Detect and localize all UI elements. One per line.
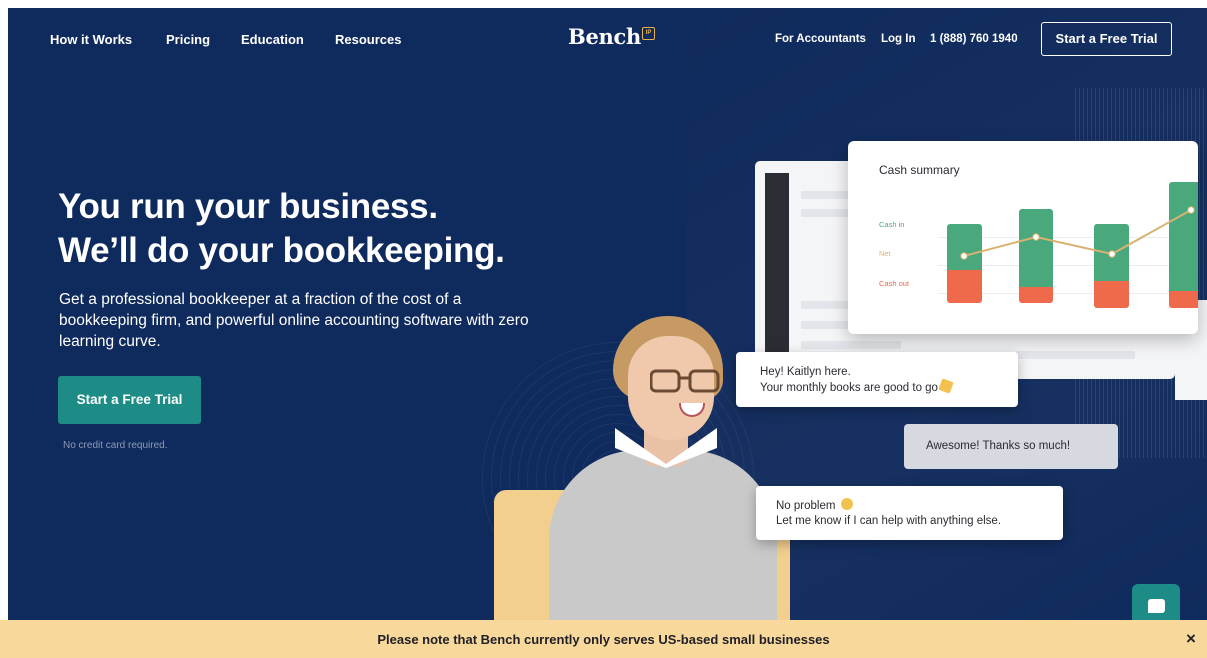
notice-banner: Please note that Bench currently only se… (0, 620, 1207, 658)
close-icon[interactable]: × (1186, 629, 1196, 649)
person-photo (549, 450, 777, 620)
nav-start-trial-button[interactable]: Start a Free Trial (1041, 22, 1172, 56)
hero-section: How it Works Pricing Education Resources… (8, 8, 1207, 620)
dashboard-sidebar (765, 173, 789, 369)
chat-message-line: Your monthly books are good to go (760, 382, 938, 394)
bench-logo[interactable]: Bench (568, 24, 641, 49)
net-trend-line (960, 206, 1195, 260)
hero-headline: You run your business. We’ll do your boo… (58, 185, 505, 273)
chat-message-line: Let me know if I can help with anything … (776, 515, 1002, 527)
nav-phone[interactable]: 1 (888) 760 1940 (930, 33, 1018, 45)
headline-line-2: We’ll do your bookkeeping. (58, 231, 505, 270)
headline-line-1: You run your business. (58, 187, 438, 226)
no-credit-card-note: No credit card required. (63, 440, 168, 451)
party-popper-icon (938, 378, 954, 394)
smiley-icon (840, 498, 853, 510)
nav-resources[interactable]: Resources (335, 32, 401, 47)
nav-how-it-works[interactable]: How it Works (50, 32, 132, 47)
hero-subcopy: Get a professional bookkeeper at a fract… (59, 291, 529, 350)
chat-message-followup: No problem Let me know if I can help wit… (756, 486, 1063, 540)
logo-badge: IP (642, 27, 655, 40)
chat-message-line: Hey! Kaitlyn here. (760, 366, 851, 378)
hero-start-trial-button[interactable]: Start a Free Trial (58, 376, 201, 424)
top-nav: How it Works Pricing Education Resources… (8, 8, 1207, 70)
nav-login[interactable]: Log In (881, 33, 916, 45)
chat-bubble-icon (1148, 599, 1165, 613)
nav-education[interactable]: Education (241, 32, 304, 47)
glasses-icon (650, 369, 720, 393)
chat-message-kaitlyn: Hey! Kaitlyn here. Your monthly books ar… (736, 352, 1018, 407)
nav-pricing[interactable]: Pricing (166, 32, 210, 47)
nav-for-accountants[interactable]: For Accountants (775, 33, 866, 45)
chat-message-line: No problem (776, 500, 836, 512)
notice-text: Please note that Bench currently only se… (377, 632, 830, 647)
chat-message-reply: Awesome! Thanks so much! (904, 424, 1118, 469)
cash-summary-card: Cash summary Cash in Net Cash out (848, 141, 1198, 334)
